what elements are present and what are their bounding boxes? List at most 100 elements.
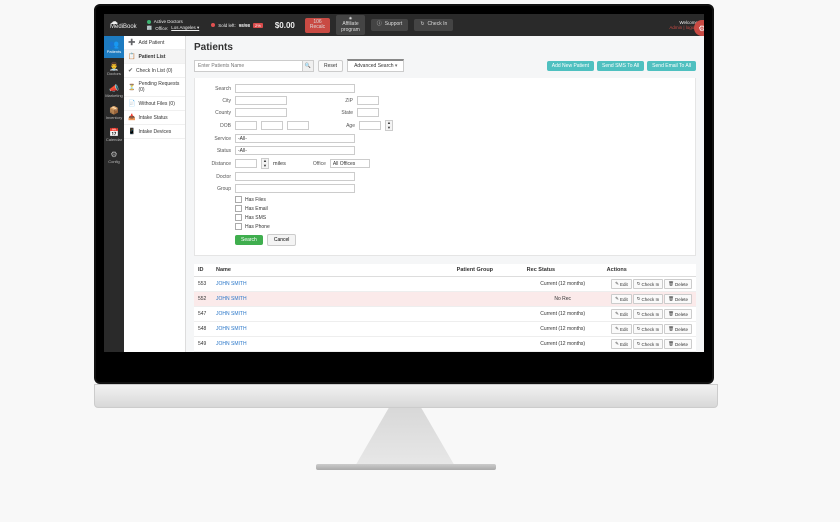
filter-office-select[interactable]: All Offices [330,159,370,168]
patient-link[interactable]: JOHN SMITH [216,296,247,302]
sn-patient-list-icon: 📋 [128,53,135,60]
patient-link[interactable]: JOHN SMITH [216,341,247,347]
trash-icon: 🗑 [668,296,674,302]
rail-calendar[interactable]: 📅Calendar [104,124,124,146]
cell-id: 553 [194,277,212,292]
filter-status-select[interactable]: -All- [235,146,355,155]
rail-patients[interactable]: 👥Patients [104,36,124,58]
delete-button[interactable]: 🗑Delete [664,294,692,304]
sn-add-patient[interactable]: ➕Add Patient [124,36,185,50]
patient-link[interactable]: JOHN SMITH [216,326,247,332]
building-icon: 🏢 [147,25,153,31]
filter-doctor-input[interactable] [235,172,355,181]
col-id[interactable]: ID [194,264,212,277]
filter-distance-input[interactable] [235,159,257,168]
sn-intake-status[interactable]: 📥Intake Status [124,111,185,125]
chk-has-sms[interactable] [235,214,242,221]
edit-button[interactable]: ✎Edit [611,309,632,319]
reset-button[interactable]: Reset [318,60,343,72]
cell-rec: No Rec [523,292,603,307]
support-button[interactable]: ⓘ Support [371,19,409,31]
lbl-status: Status [203,148,231,154]
edit-button[interactable]: ✎Edit [611,339,632,349]
col-actions: Actions [603,264,696,277]
checkin-row-button[interactable]: ↻Check In [633,294,664,304]
settings-gear-button[interactable]: ⚙ [694,20,704,36]
rail-inventory[interactable]: 📦Inventory [104,102,124,124]
filter-age-input[interactable] [359,121,381,130]
checkin-row-button[interactable]: ↻Check In [633,279,664,289]
cell-id: 549 [194,337,212,352]
filter-group-input[interactable] [235,184,355,193]
checkin-row-button[interactable]: ↻Check In [633,309,664,319]
chk-has-phone[interactable] [235,223,242,230]
topbar: ☁ MediBook Active Doctors 🏢 Office: Los … [104,14,704,36]
gear-icon: ⚙ [698,24,704,33]
rail-calendar-icon: 📅 [104,128,124,137]
filter-search-input[interactable] [235,84,355,93]
rail-config[interactable]: ⚙Config [104,146,124,168]
edit-button[interactable]: ✎Edit [611,294,632,304]
chk-has-email[interactable] [235,205,242,212]
affiliate-button[interactable]: ✷ Affiliate program [336,15,365,36]
checkin-row-button[interactable]: ↻Check In [633,324,664,334]
sn-without-files[interactable]: 📄Without Files (0) [124,97,185,111]
rail-patients-icon: 👥 [104,40,124,49]
delete-button[interactable]: 🗑Delete [664,309,692,319]
sold-dot-icon [211,23,215,27]
cell-id: 548 [194,322,212,337]
filter-dob-y[interactable] [287,121,309,130]
lbl-city: City [203,98,231,104]
patient-link[interactable]: JOHN SMITH [216,311,247,317]
trash-icon: 🗑 [668,326,674,332]
filter-state-select[interactable] [357,108,379,117]
send-email-all-button[interactable]: Send Email To All [647,61,696,71]
col-group[interactable]: Patient Group [453,264,523,277]
chk-has-files[interactable] [235,196,242,203]
search-button[interactable]: Search [235,235,263,245]
table-row: 549JOHN SMITHCurrent (12 months)✎Edit↻Ch… [194,337,696,352]
recalc-button[interactable]: 106 Recalc [305,18,330,33]
filter-dob-d[interactable] [261,121,283,130]
sn-pending[interactable]: ⏳Pending Requests (0) [124,78,185,97]
sn-intake-devices[interactable]: 📱Intake Devices [124,125,185,139]
office-switcher[interactable]: Los Angeles ▾ [171,25,199,31]
cell-rec: Current (12 months) [523,322,603,337]
filter-county-input[interactable] [235,108,287,117]
sn-checkin-list[interactable]: ✔Check In List (0) [124,64,185,78]
main-content: Patients 🔍 Reset Advanced Search Add New… [186,36,704,352]
delete-button[interactable]: 🗑Delete [664,279,692,289]
checkin-row-button[interactable]: ↻Check In [633,339,664,349]
add-new-patient-button[interactable]: Add New Patient [547,61,594,71]
table-row: 547JOHN SMITHCurrent (12 months)✎Edit↻Ch… [194,307,696,322]
rail-marketing[interactable]: 📣Marketing [104,80,124,102]
rail-doctors[interactable]: 👨‍⚕️Doctors [104,58,124,80]
sold-value: 98/98 [239,23,250,28]
send-sms-all-button[interactable]: Send SMS To All [597,61,644,71]
patients-subnav: ➕Add Patient📋Patient List✔Check In List … [124,36,186,352]
col-name[interactable]: Name [212,264,453,277]
search-submit-button[interactable]: 🔍 [302,60,314,72]
advanced-search-toggle[interactable]: Advanced Search [347,59,404,72]
edit-button[interactable]: ✎Edit [611,324,632,334]
patient-link[interactable]: JOHN SMITH [216,281,247,287]
sn-patient-list[interactable]: 📋Patient List [124,50,185,64]
sn-pending-icon: ⏳ [128,84,135,91]
lbl-has-sms: Has SMS [245,215,266,221]
distance-stepper[interactable]: ▲▼ [261,158,269,169]
col-rec[interactable]: Rec Status [523,264,603,277]
office-label: Office: [155,26,168,31]
checkin-button[interactable]: ↻ Check In [414,19,453,31]
delete-button[interactable]: 🗑Delete [664,324,692,334]
cancel-button[interactable]: Cancel [267,234,297,246]
table-row: 552JOHN SMITHNo Rec✎Edit↻Check In🗑Delete [194,292,696,307]
filter-city-input[interactable] [235,96,287,105]
search-input[interactable] [194,60,302,72]
edit-button[interactable]: ✎Edit [611,279,632,289]
filter-dob-m[interactable] [235,121,257,130]
filter-service-select[interactable]: -All- [235,134,355,143]
delete-button[interactable]: 🗑Delete [664,339,692,349]
age-stepper[interactable]: ▲▼ [385,120,393,131]
cell-group [453,307,523,322]
filter-zip-input[interactable] [357,96,379,105]
